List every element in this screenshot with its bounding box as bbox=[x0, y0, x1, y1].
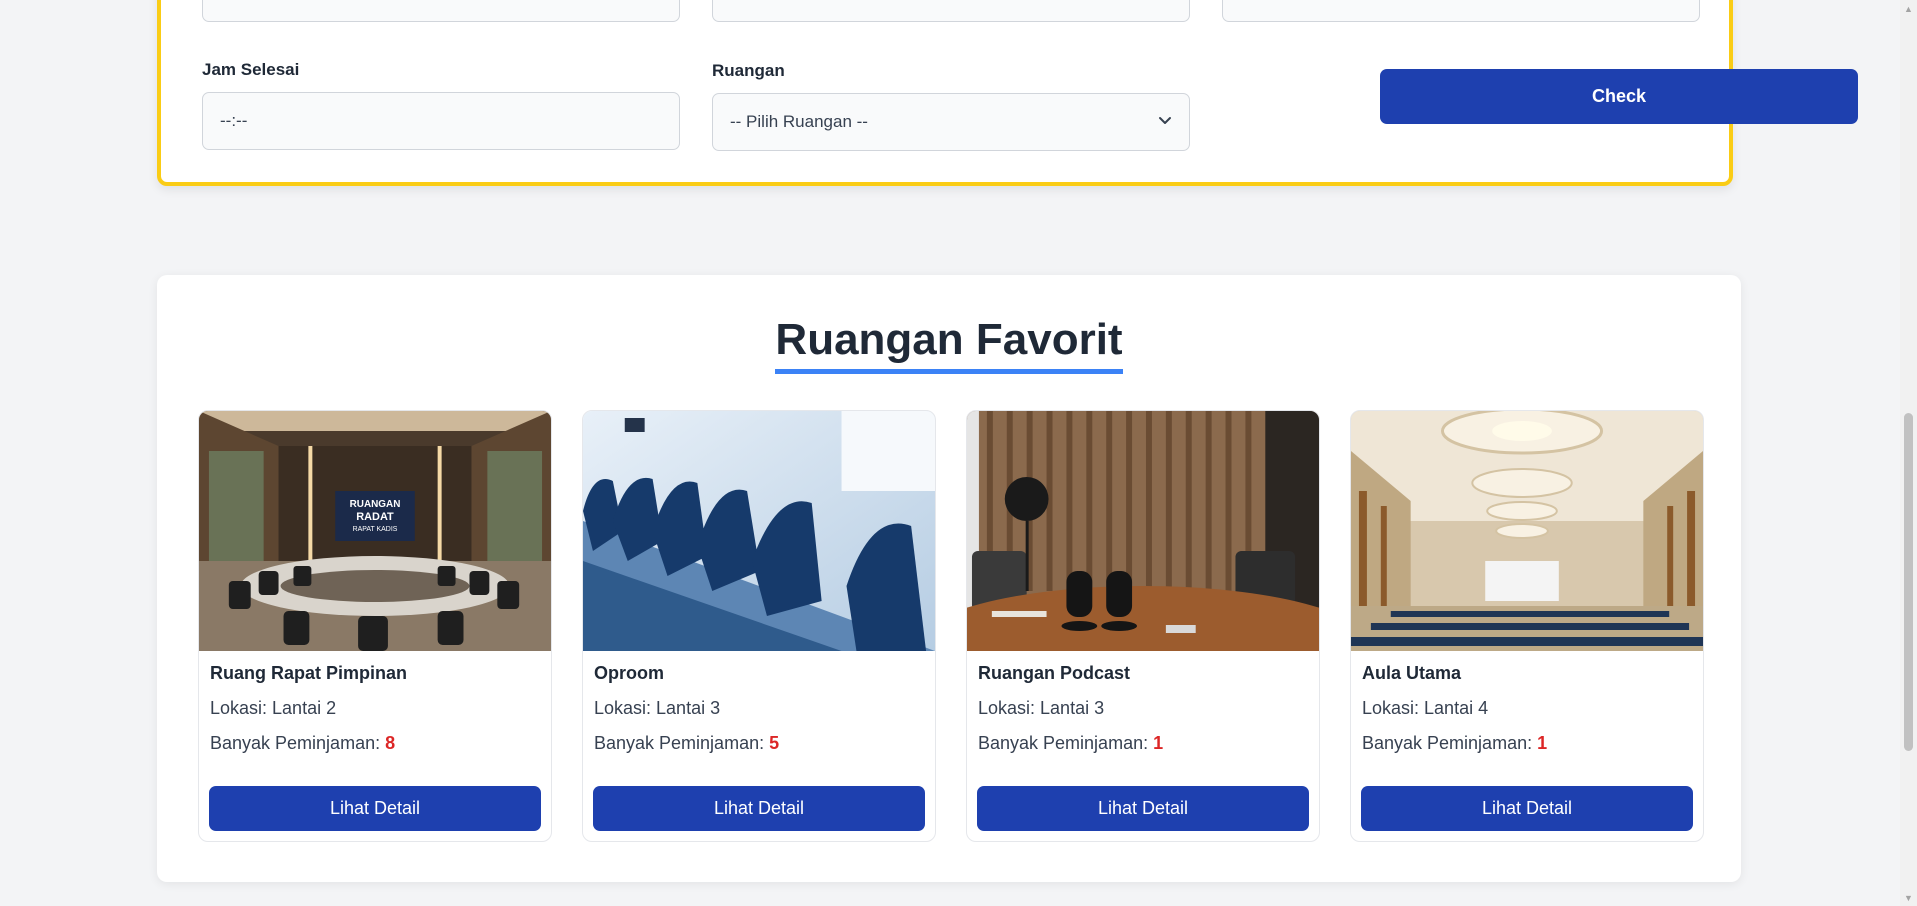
room-borrow-count: Banyak Peminjaman: 8 bbox=[210, 733, 395, 754]
room-card-ruang-rapat-pimpinan: RUANGAN RADAT RAPAT KADIS Ruang Rapat Pi… bbox=[198, 410, 552, 842]
borrow-count-label: Banyak Peminjaman: bbox=[1362, 733, 1533, 753]
view-detail-button[interactable]: Lihat Detail bbox=[977, 786, 1309, 831]
end-time-label: Jam Selesai bbox=[202, 60, 300, 79]
borrow-count-label: Banyak Peminjaman: bbox=[594, 733, 765, 753]
view-detail-button[interactable]: Lihat Detail bbox=[209, 786, 541, 831]
view-detail-button[interactable]: Lihat Detail bbox=[593, 786, 925, 831]
room-image-conference-chairs bbox=[583, 411, 935, 651]
end-time-value: --:-- bbox=[220, 111, 248, 130]
screen-text-3: RAPAT KADIS bbox=[353, 526, 398, 533]
room-select-label: Ruangan bbox=[712, 61, 785, 80]
room-select[interactable]: -- Pilih Ruangan -- bbox=[712, 93, 1190, 151]
room-image-podcast-studio bbox=[967, 411, 1319, 651]
room-select-value: -- Pilih Ruangan -- bbox=[730, 112, 868, 131]
scroll-down-icon[interactable]: ▼ bbox=[1900, 889, 1917, 906]
screen-text-2: RADAT bbox=[356, 511, 394, 523]
room-location: Lokasi: Lantai 4 bbox=[1362, 698, 1489, 718]
vertical-scrollbar[interactable]: ▲ ▼ bbox=[1900, 0, 1917, 906]
scroll-thumb[interactable] bbox=[1904, 413, 1913, 751]
end-time-input[interactable]: --:-- bbox=[202, 92, 680, 150]
room-name: Aula Utama bbox=[1362, 663, 1462, 683]
room-card-oproom: Oproom Lokasi: Lantai 3 Banyak Peminjama… bbox=[582, 410, 936, 842]
room-name: Ruang Rapat Pimpinan bbox=[210, 663, 408, 683]
borrow-count-label: Banyak Peminjaman: bbox=[210, 733, 381, 753]
room-borrow-count: Banyak Peminjaman: 1 bbox=[978, 733, 1163, 754]
top-field-2[interactable] bbox=[712, 0, 1190, 22]
favorite-rooms-section: Ruangan Favorit RUANGAN RADAT RAPAT KADI… bbox=[157, 275, 1741, 882]
check-button[interactable]: Check bbox=[1380, 69, 1858, 124]
borrow-count-value: 5 bbox=[769, 733, 780, 753]
room-card-ruangan-podcast: Ruangan Podcast Lokasi: Lantai 3 Banyak … bbox=[966, 410, 1320, 842]
room-name: Oproom bbox=[594, 663, 664, 683]
borrow-count-label: Banyak Peminjaman: bbox=[978, 733, 1149, 753]
section-title: Ruangan Favorit bbox=[775, 316, 1123, 375]
room-location: Lokasi: Lantai 3 bbox=[594, 698, 721, 718]
booking-form-card: · Jam Selesai --:-- Ruangan -- Pilih Rua… bbox=[157, 0, 1858, 186]
top-field-3[interactable]: · bbox=[1222, 0, 1700, 22]
room-borrow-count: Banyak Peminjaman: 5 bbox=[594, 733, 779, 754]
top-field-1[interactable] bbox=[202, 0, 680, 22]
room-image-auditorium bbox=[1351, 411, 1703, 651]
view-detail-button[interactable]: Lihat Detail bbox=[1361, 786, 1693, 831]
room-card-aula-utama: Aula Utama Lokasi: Lantai 4 Banyak Pemin… bbox=[1350, 410, 1704, 842]
borrow-count-value: 1 bbox=[1153, 733, 1164, 753]
screen-text-1: RUANGAN bbox=[350, 499, 401, 510]
borrow-count-value: 8 bbox=[385, 733, 396, 753]
room-location: Lokasi: Lantai 2 bbox=[210, 698, 337, 718]
room-name: Ruangan Podcast bbox=[978, 663, 1131, 683]
borrow-count-value: 1 bbox=[1537, 733, 1548, 753]
scroll-up-icon[interactable]: ▲ bbox=[1900, 0, 1917, 17]
room-borrow-count: Banyak Peminjaman: 1 bbox=[1362, 733, 1547, 754]
room-location: Lokasi: Lantai 3 bbox=[978, 698, 1105, 718]
room-image-meeting-hall: RUANGAN RADAT RAPAT KADIS bbox=[199, 411, 551, 651]
chevron-down-icon bbox=[1159, 117, 1171, 124]
